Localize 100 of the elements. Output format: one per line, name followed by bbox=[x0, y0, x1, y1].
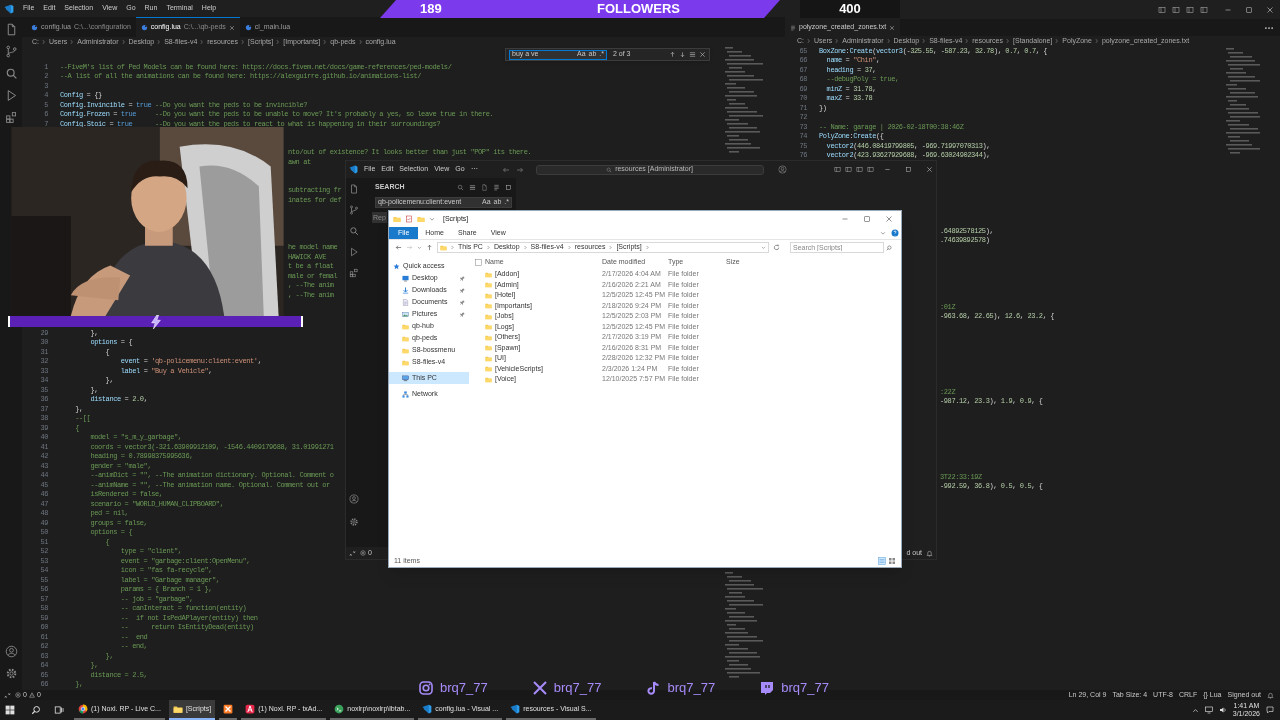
help-icon[interactable] bbox=[891, 229, 899, 237]
layout-icon[interactable] bbox=[856, 166, 863, 173]
layout-icon[interactable] bbox=[867, 166, 874, 173]
search-action-icon[interactable] bbox=[457, 183, 464, 191]
chevron-icon bbox=[199, 39, 206, 45]
social-handle[interactable]: brq7_77 bbox=[553, 678, 602, 698]
text-file-icon bbox=[790, 24, 796, 31]
layout-icon[interactable] bbox=[1200, 5, 1208, 14]
follower-goal: 400 bbox=[839, 0, 861, 19]
layout-icon[interactable] bbox=[845, 166, 852, 173]
back-arrow-icon[interactable] bbox=[501, 165, 510, 174]
search-icon bbox=[606, 166, 613, 173]
chevron-icon bbox=[1093, 38, 1100, 44]
tiles-view-icon[interactable] bbox=[888, 557, 896, 565]
caret-icon[interactable] bbox=[429, 216, 435, 222]
monitor-icon bbox=[402, 274, 409, 282]
source-control-icon[interactable] bbox=[348, 205, 359, 215]
notification-icon[interactable] bbox=[1266, 706, 1274, 714]
refresh-icon[interactable] bbox=[773, 244, 780, 251]
chevron-icon bbox=[885, 38, 892, 44]
chat-bubble-icon[interactable] bbox=[759, 679, 776, 696]
search-action-icon[interactable] bbox=[493, 183, 500, 191]
notifications-icon[interactable] bbox=[926, 549, 933, 557]
vscode-icon bbox=[422, 704, 433, 714]
lua-file-icon bbox=[31, 23, 38, 31]
chevron-icon bbox=[69, 39, 76, 45]
layout-icon[interactable] bbox=[834, 166, 841, 173]
folder-icon bbox=[485, 281, 492, 289]
chevron-icon bbox=[357, 39, 364, 45]
document-icon bbox=[402, 298, 409, 306]
chevron-icon bbox=[608, 245, 614, 250]
expand-ribbon-icon[interactable] bbox=[880, 230, 886, 236]
folder-icon bbox=[485, 354, 492, 362]
search-icon[interactable] bbox=[31, 705, 41, 715]
settings-icon[interactable] bbox=[348, 517, 359, 527]
next-match-icon[interactable] bbox=[679, 51, 686, 58]
folder-icon bbox=[485, 365, 492, 373]
folder-icon bbox=[402, 322, 409, 330]
app-icon bbox=[245, 704, 256, 714]
menu-icon[interactable] bbox=[689, 51, 696, 58]
chevron-icon bbox=[806, 38, 812, 44]
pin-icon[interactable] bbox=[460, 275, 465, 281]
task-view-icon[interactable] bbox=[54, 705, 64, 715]
search-action-icon[interactable] bbox=[469, 183, 476, 191]
warning-icon bbox=[28, 692, 35, 698]
chevron-icon bbox=[275, 39, 282, 45]
layout-icon[interactable] bbox=[1186, 5, 1194, 14]
windows-start-icon[interactable] bbox=[5, 705, 15, 715]
properties-icon[interactable] bbox=[405, 215, 413, 223]
chevron-icon bbox=[156, 39, 163, 45]
settings-icon[interactable] bbox=[4, 667, 18, 680]
account-icon[interactable] bbox=[4, 645, 18, 658]
remote-icon[interactable] bbox=[349, 549, 356, 557]
up-arrow-icon[interactable] bbox=[426, 244, 433, 251]
chevron-icon bbox=[644, 245, 650, 250]
folder-icon bbox=[485, 333, 492, 341]
chevron-icon bbox=[964, 38, 971, 44]
layout-icon[interactable] bbox=[1158, 5, 1166, 14]
back-arrow-icon[interactable] bbox=[395, 244, 402, 251]
close-icon[interactable] bbox=[885, 215, 893, 223]
network-icon[interactable] bbox=[1204, 706, 1213, 714]
account-icon[interactable] bbox=[348, 494, 359, 504]
x-logo-icon[interactable] bbox=[531, 679, 548, 696]
folder-icon bbox=[485, 291, 492, 299]
pin-icon[interactable] bbox=[460, 287, 465, 293]
network-icon bbox=[402, 390, 409, 398]
select-all-checkbox[interactable] bbox=[475, 258, 482, 266]
chevron-icon bbox=[485, 245, 491, 250]
vscode-logo-icon bbox=[4, 3, 14, 14]
folder-icon bbox=[485, 302, 492, 310]
social-handle[interactable]: brq7_77 bbox=[781, 678, 829, 698]
notifications-icon[interactable] bbox=[1267, 691, 1274, 699]
minimize-icon[interactable] bbox=[884, 166, 891, 173]
music-note-icon[interactable] bbox=[645, 679, 662, 696]
files-icon[interactable] bbox=[348, 184, 359, 194]
error-icon bbox=[360, 550, 366, 556]
social-handle[interactable]: brq7_77 bbox=[440, 678, 488, 698]
layout-icon[interactable] bbox=[1172, 5, 1180, 14]
extensions-icon[interactable] bbox=[4, 111, 18, 124]
source-control-icon[interactable] bbox=[4, 45, 18, 58]
pin-icon[interactable] bbox=[460, 299, 465, 305]
pin-icon[interactable] bbox=[460, 311, 465, 317]
search-icon[interactable] bbox=[4, 67, 18, 80]
maximize-icon[interactable] bbox=[863, 215, 871, 223]
instagram-icon[interactable] bbox=[418, 679, 434, 696]
chevron-icon bbox=[1005, 38, 1011, 44]
chevron-up-icon[interactable] bbox=[1191, 706, 1199, 714]
chevron-icon bbox=[450, 245, 455, 250]
previous-match-icon[interactable] bbox=[669, 51, 676, 58]
folder-icon bbox=[485, 344, 492, 352]
forward-arrow-icon[interactable] bbox=[515, 165, 524, 174]
volume-icon[interactable] bbox=[1218, 706, 1227, 714]
extensions-icon[interactable] bbox=[348, 268, 359, 278]
run-debug-icon[interactable] bbox=[348, 247, 359, 257]
remote-icon[interactable] bbox=[4, 691, 11, 699]
chevron-icon bbox=[921, 38, 928, 44]
search-action-icon[interactable] bbox=[481, 183, 488, 191]
chevron-icon bbox=[120, 39, 127, 45]
social-handle[interactable]: brq7_77 bbox=[667, 678, 716, 698]
search-action-icon[interactable] bbox=[505, 183, 512, 191]
